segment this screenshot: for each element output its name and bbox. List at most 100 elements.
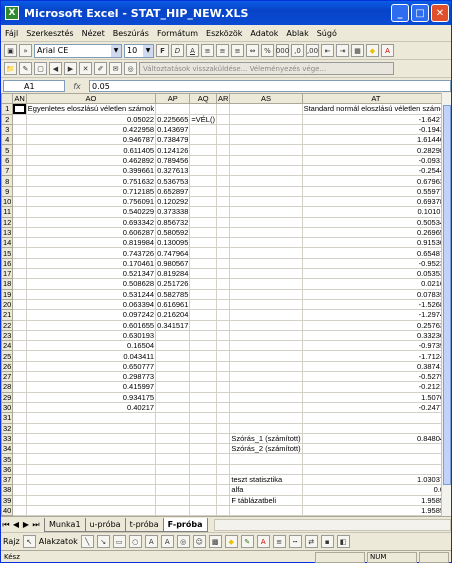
cell-AQ14[interactable] bbox=[189, 237, 217, 249]
sheet-tab[interactable]: F-próba bbox=[162, 517, 208, 532]
cell-AN29[interactable] bbox=[12, 391, 27, 403]
cell-AT1[interactable]: Standard normál eloszlású véletlen számo… bbox=[301, 103, 441, 115]
cell-AR6[interactable] bbox=[215, 154, 231, 167]
cell-AN11[interactable] bbox=[12, 206, 27, 218]
cell-AN33[interactable] bbox=[12, 432, 27, 445]
cell-AQ23[interactable] bbox=[189, 329, 217, 342]
cell-AQ6[interactable] bbox=[189, 154, 217, 167]
cell-AN14[interactable] bbox=[12, 237, 27, 249]
row-header[interactable]: 27 bbox=[1, 371, 14, 383]
thousands-icon[interactable]: 000 bbox=[276, 44, 289, 57]
cell-AS7[interactable] bbox=[229, 165, 303, 177]
cell-AQ29[interactable] bbox=[189, 391, 217, 403]
cell-AQ35[interactable] bbox=[189, 453, 217, 465]
cell-AS37[interactable]: teszt statisztika bbox=[229, 473, 303, 486]
cell-AO31[interactable] bbox=[25, 412, 157, 424]
cell-AS12[interactable] bbox=[229, 216, 303, 228]
cell-AR16[interactable] bbox=[215, 257, 231, 270]
row-header[interactable]: 8 bbox=[1, 175, 14, 187]
column-header[interactable]: AN bbox=[12, 93, 27, 105]
cell-AP31[interactable] bbox=[155, 412, 191, 424]
next-sheet-icon[interactable]: ▶ bbox=[21, 520, 31, 529]
cell-AP25[interactable] bbox=[155, 350, 191, 362]
cell-AN2[interactable] bbox=[12, 113, 27, 125]
cell-AT24[interactable]: -0.97395 bbox=[301, 340, 441, 352]
cell-AQ2[interactable]: =VÉL() bbox=[189, 113, 217, 125]
cell-AR14[interactable] bbox=[215, 237, 231, 249]
cell-AQ25[interactable] bbox=[189, 350, 217, 362]
cell-AT9[interactable]: 0.559778 bbox=[301, 185, 441, 197]
cell-AT3[interactable]: -0.19433 bbox=[301, 123, 441, 136]
cell-AR32[interactable] bbox=[215, 422, 231, 434]
cell-AT33[interactable]: 0.848044 bbox=[301, 432, 441, 445]
cell-AQ27[interactable] bbox=[189, 371, 217, 383]
cell-AS26[interactable] bbox=[229, 360, 303, 373]
cell-AS9[interactable] bbox=[229, 185, 303, 197]
oval-icon[interactable]: ○ bbox=[128, 535, 142, 548]
cell-AO36[interactable] bbox=[25, 463, 157, 475]
cell-AR31[interactable] bbox=[215, 412, 231, 424]
row-header[interactable]: 19 bbox=[1, 288, 14, 300]
cell-AR10[interactable] bbox=[215, 195, 231, 208]
cell-AN27[interactable] bbox=[12, 371, 27, 383]
cell-AR40[interactable] bbox=[215, 504, 231, 516]
cell-AQ9[interactable] bbox=[189, 185, 217, 197]
row-header[interactable]: 14 bbox=[1, 237, 14, 249]
cell-AT31[interactable] bbox=[301, 412, 441, 424]
cell-AR23[interactable] bbox=[215, 329, 231, 342]
cell-AQ28[interactable] bbox=[189, 381, 217, 393]
next-comment-icon[interactable]: ▶ bbox=[64, 62, 77, 75]
percent-icon[interactable]: % bbox=[261, 44, 274, 57]
fx-icon[interactable]: fx bbox=[65, 82, 89, 91]
cell-AN28[interactable] bbox=[12, 381, 27, 393]
cell-AP11[interactable]: 0.373338 bbox=[155, 206, 191, 218]
cell-AP6[interactable]: 0.789456 bbox=[155, 154, 191, 167]
decrease-indent-icon[interactable]: ⇤ bbox=[321, 44, 334, 57]
cell-AR5[interactable] bbox=[215, 144, 231, 156]
row-header[interactable]: 38 bbox=[1, 484, 14, 496]
cell-AQ12[interactable] bbox=[189, 216, 217, 228]
scroll-thumb[interactable] bbox=[443, 105, 451, 485]
cell-AS40[interactable] bbox=[229, 504, 303, 516]
formula-input[interactable]: 0.05 bbox=[89, 80, 451, 92]
cell-AQ16[interactable] bbox=[189, 257, 217, 270]
cell-AS39[interactable]: F táblázatbeli bbox=[229, 494, 303, 506]
cell-AR1[interactable] bbox=[215, 103, 231, 115]
textbox-icon[interactable]: A bbox=[144, 535, 158, 548]
mail-icon[interactable]: ✉ bbox=[109, 62, 122, 75]
cell-AT19[interactable]: 0.078398 bbox=[301, 288, 441, 300]
cell-AS8[interactable] bbox=[229, 175, 303, 187]
row-header[interactable]: 36 bbox=[1, 463, 14, 475]
cell-AP3[interactable]: 0.143697 bbox=[155, 123, 191, 136]
cell-AN26[interactable] bbox=[12, 360, 27, 373]
cell-AP20[interactable]: 0.616961 bbox=[155, 298, 191, 311]
cell-AP34[interactable] bbox=[155, 443, 191, 455]
cell-AN30[interactable] bbox=[12, 401, 27, 414]
cell-AS35[interactable] bbox=[229, 453, 303, 465]
cell-AR25[interactable] bbox=[215, 350, 231, 362]
row-header[interactable]: 10 bbox=[1, 195, 14, 208]
cell-AR11[interactable] bbox=[215, 206, 231, 218]
cell-AS36[interactable] bbox=[229, 463, 303, 475]
cell-AT22[interactable]: 0.257634 bbox=[301, 319, 441, 331]
menu-item-5[interactable]: Eszközök bbox=[202, 29, 246, 38]
cell-AR18[interactable] bbox=[215, 278, 231, 290]
row-header[interactable]: 25 bbox=[1, 350, 14, 362]
row-header[interactable]: 12 bbox=[1, 216, 14, 228]
cell-AN25[interactable] bbox=[12, 350, 27, 362]
cell-AN6[interactable] bbox=[12, 154, 27, 167]
cell-AP13[interactable]: 0.580592 bbox=[155, 226, 191, 239]
cell-AQ13[interactable] bbox=[189, 226, 217, 239]
cell-AS22[interactable] bbox=[229, 319, 303, 331]
cell-AT38[interactable]: 0.05 bbox=[301, 484, 441, 496]
cell-AT18[interactable]: 0.02163 bbox=[301, 278, 441, 290]
cell-AR26[interactable] bbox=[215, 360, 231, 373]
column-header[interactable]: AT bbox=[301, 93, 441, 105]
cell-AQ3[interactable] bbox=[189, 123, 217, 136]
cell-AS38[interactable]: alfa bbox=[229, 484, 303, 496]
cell-AP40[interactable] bbox=[155, 504, 191, 516]
autoshapes-menu[interactable]: Alakzatok bbox=[39, 537, 78, 546]
cell-AT12[interactable]: 0.505347 bbox=[301, 216, 441, 228]
fill-color-icon[interactable]: ◆ bbox=[224, 535, 238, 548]
review-reply-box[interactable]: Változtatások visszaküldése... Véleménye… bbox=[139, 62, 394, 75]
